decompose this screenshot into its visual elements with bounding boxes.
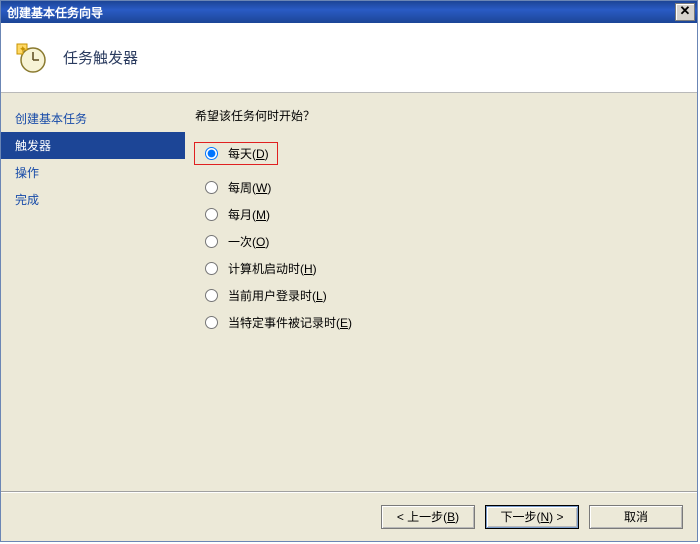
wizard-window: 创建基本任务向导 ✕ ✦ 任务触发器 创建基本任务触发器操作完成 希望该任务何时…: [0, 0, 698, 542]
trigger-option-0[interactable]: 每天(D): [194, 142, 278, 165]
trigger-option-label: 一次(O): [228, 233, 269, 250]
trigger-option-6[interactable]: 当特定事件被记录时(E): [195, 312, 687, 333]
trigger-option-label: 计算机启动时(H): [228, 260, 317, 277]
window-title: 创建基本任务向导: [7, 4, 103, 21]
wizard-header: ✦ 任务触发器: [1, 23, 697, 93]
trigger-option-3[interactable]: 一次(O): [195, 231, 687, 252]
next-button[interactable]: 下一步(N) >: [485, 505, 579, 529]
back-button[interactable]: < 上一步(B): [381, 505, 475, 529]
trigger-option-label: 当特定事件被记录时(E): [228, 314, 352, 331]
trigger-option-label: 每周(W): [228, 179, 271, 196]
sidebar-step-1[interactable]: 触发器: [1, 132, 185, 159]
trigger-radio-3[interactable]: [205, 235, 218, 248]
sidebar-step-0[interactable]: 创建基本任务: [1, 105, 185, 132]
main-area: 创建基本任务触发器操作完成 希望该任务何时开始？ 每天(D) 每周(W) 每月(M)…: [1, 93, 697, 491]
content-panel: 希望该任务何时开始？ 每天(D) 每周(W) 每月(M) 一次(O) 计算机启动时(H)…: [185, 93, 697, 491]
svg-text:✦: ✦: [19, 44, 27, 54]
clock-new-icon: ✦: [15, 42, 47, 74]
trigger-option-label: 每月(M): [228, 206, 270, 223]
trigger-option-4[interactable]: 计算机启动时(H): [195, 258, 687, 279]
trigger-radio-1[interactable]: [205, 181, 218, 194]
sidebar-step-3[interactable]: 完成: [1, 186, 185, 213]
trigger-option-5[interactable]: 当前用户登录时(L): [195, 285, 687, 306]
trigger-radio-4[interactable]: [205, 262, 218, 275]
close-button[interactable]: ✕: [675, 3, 695, 21]
trigger-option-2[interactable]: 每月(M): [195, 204, 687, 225]
trigger-radio-6[interactable]: [205, 316, 218, 329]
trigger-options-group: 每天(D) 每周(W) 每月(M) 一次(O) 计算机启动时(H) 当前用户登录时(L) 当…: [195, 136, 687, 333]
trigger-radio-5[interactable]: [205, 289, 218, 302]
wizard-footer: < 上一步(B) 下一步(N) > 取消: [1, 491, 697, 541]
cancel-button[interactable]: 取消: [589, 505, 683, 529]
trigger-radio-0[interactable]: [205, 147, 218, 160]
trigger-question: 希望该任务何时开始？: [195, 107, 687, 124]
wizard-sidebar: 创建基本任务触发器操作完成: [1, 93, 185, 491]
trigger-option-1[interactable]: 每周(W): [195, 177, 687, 198]
trigger-option-label: 每天(D): [228, 145, 269, 162]
trigger-option-label: 当前用户登录时(L): [228, 287, 327, 304]
page-title: 任务触发器: [63, 47, 138, 68]
titlebar: 创建基本任务向导 ✕: [1, 1, 697, 23]
sidebar-step-2[interactable]: 操作: [1, 159, 185, 186]
trigger-radio-2[interactable]: [205, 208, 218, 221]
